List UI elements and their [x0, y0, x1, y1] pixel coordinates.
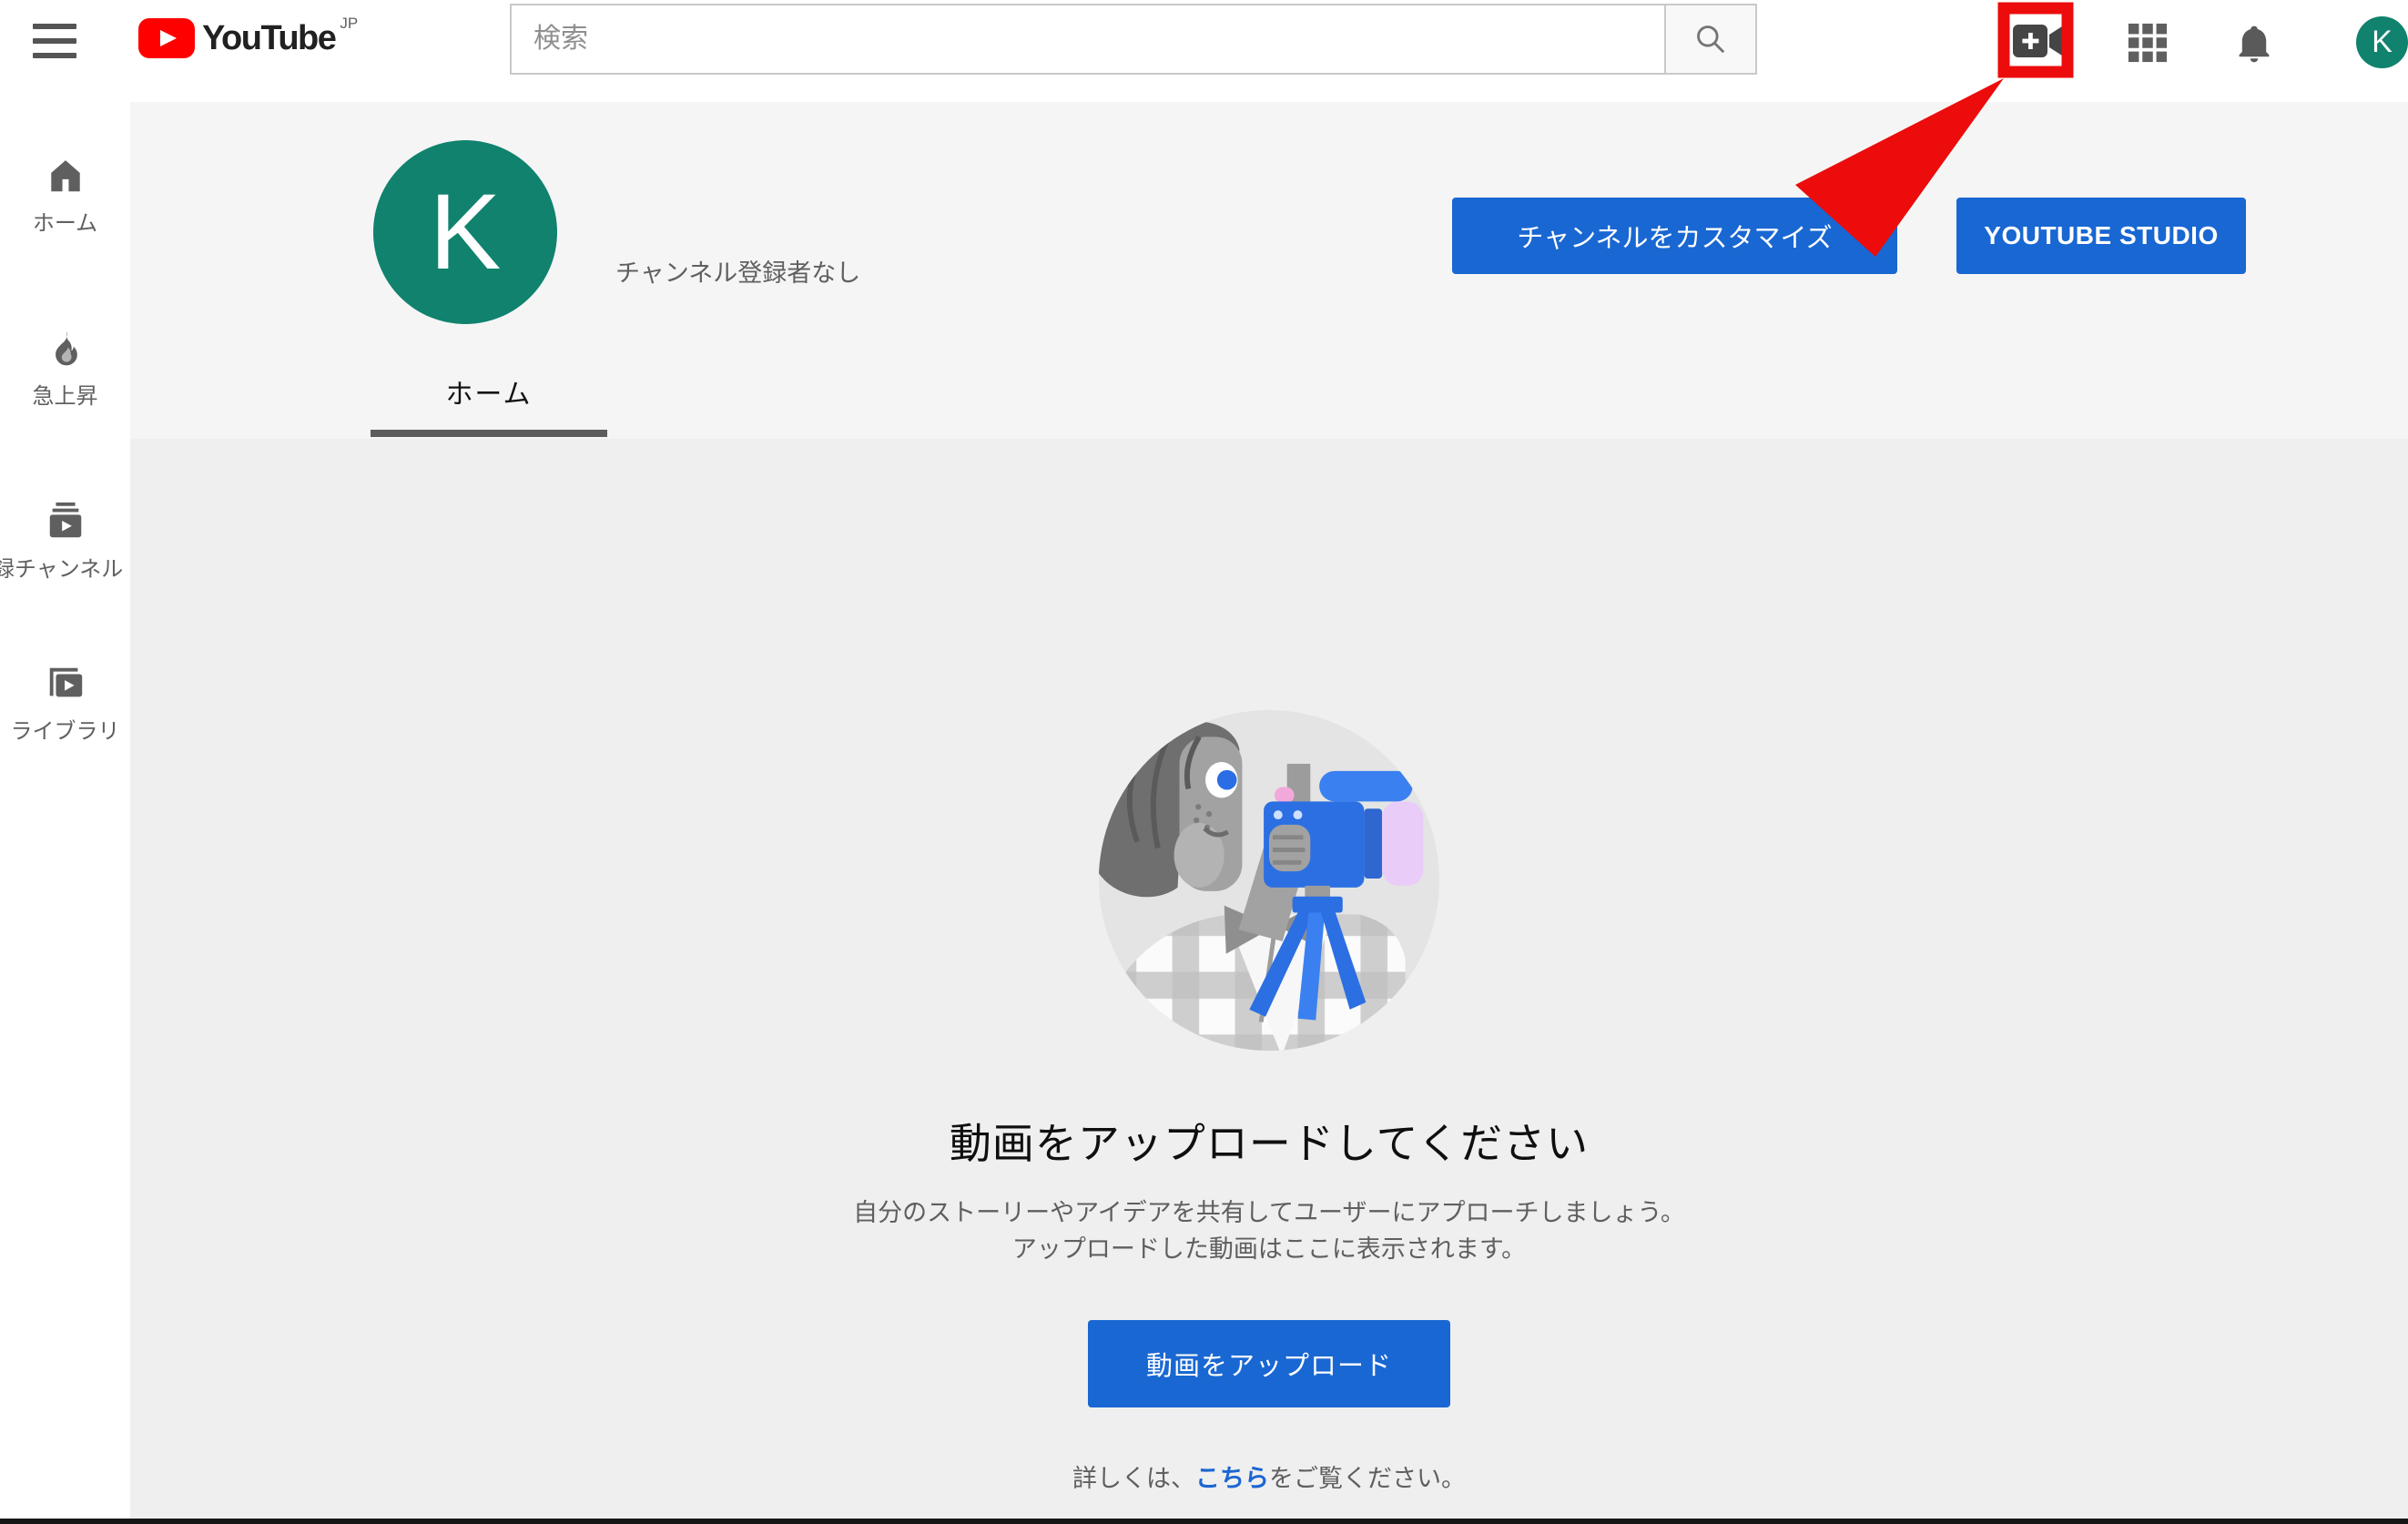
account-avatar-letter: K — [2372, 25, 2393, 60]
menu-icon[interactable] — [33, 24, 76, 58]
apps-grid-icon[interactable] — [2127, 22, 2169, 64]
illustration-video-camera — [1264, 764, 1423, 888]
youtube-logo[interactable]: YouTube JP — [138, 16, 358, 60]
search-button[interactable] — [1664, 4, 1757, 75]
masthead: YouTube JP K — [0, 0, 2408, 102]
sidebar-item-label: ホーム — [0, 205, 130, 237]
sidebar-item-trending[interactable]: 急上昇 — [0, 328, 130, 410]
upload-empty-state: 動画をアップロードしてください 自分のストーリーやアイデアを共有してユーザーにア… — [130, 439, 2408, 1494]
notifications-bell-icon[interactable] — [2232, 22, 2276, 67]
sidebar-item-label: 急上昇 — [0, 378, 130, 410]
account-avatar[interactable]: K — [2356, 16, 2408, 68]
learn-more-suffix: をご覧ください。 — [1269, 1465, 1466, 1492]
search-icon — [1693, 22, 1728, 56]
logo-region-code: JP — [340, 15, 358, 33]
sidebar-item-subscriptions[interactable]: 登録チャンネル — [0, 501, 130, 583]
sidebar-item-library[interactable]: ライブラリ — [0, 663, 130, 745]
learn-more-prefix: 詳しくは、 — [1072, 1465, 1195, 1492]
youtube-studio-button[interactable]: YOUTUBE STUDIO — [1956, 198, 2246, 274]
channel-header: K チャンネル登録者なし チャンネルをカスタマイズ YOUTUBE STUDIO… — [130, 102, 2408, 439]
mini-guide: ホーム 急上昇 登録チャンネル ライブラリ — [0, 102, 130, 1519]
learn-more-text: 詳しくは、こちらをご覧ください。 — [1072, 1458, 1466, 1494]
upload-video-button[interactable]: 動画をアップロード — [1088, 1320, 1450, 1407]
channel-content: 動画をアップロードしてください 自分のストーリーやアイデアを共有してユーザーにア… — [130, 439, 2408, 1519]
home-icon — [45, 155, 86, 197]
search-input[interactable] — [510, 4, 1666, 75]
library-icon — [45, 663, 86, 705]
upload-illustration — [1090, 701, 1448, 1060]
empty-state-line2: アップロードした動画はここに表示されます。 — [1012, 1231, 1526, 1267]
logo-wordmark: YouTube — [202, 16, 335, 60]
customize-channel-button[interactable]: チャンネルをカスタマイズ — [1452, 198, 1897, 274]
tab-home[interactable]: ホーム — [371, 371, 607, 411]
learn-more-link[interactable]: こちら — [1195, 1465, 1269, 1492]
create-video-icon[interactable] — [2012, 22, 2063, 60]
sidebar-item-home[interactable]: ホーム — [0, 155, 130, 237]
sidebar-item-label: ライブラリ — [0, 713, 130, 745]
empty-state-line1: 自分のストーリーやアイデアを共有してユーザーにアプローチしましょう。 — [853, 1194, 1685, 1231]
trending-icon — [45, 328, 86, 370]
window-bottom-edge — [0, 1519, 2408, 1524]
tab-home-active-underline — [371, 430, 607, 437]
empty-state-title: 動画をアップロードしてください — [950, 1111, 1589, 1171]
channel-avatar-letter: K — [430, 170, 502, 294]
sidebar-item-label: 登録チャンネル — [0, 551, 130, 583]
subscriber-count: チャンネル登録者なし — [615, 253, 860, 289]
channel-avatar: K — [373, 140, 557, 324]
subscriptions-icon — [45, 501, 86, 543]
youtube-play-icon — [138, 18, 195, 58]
